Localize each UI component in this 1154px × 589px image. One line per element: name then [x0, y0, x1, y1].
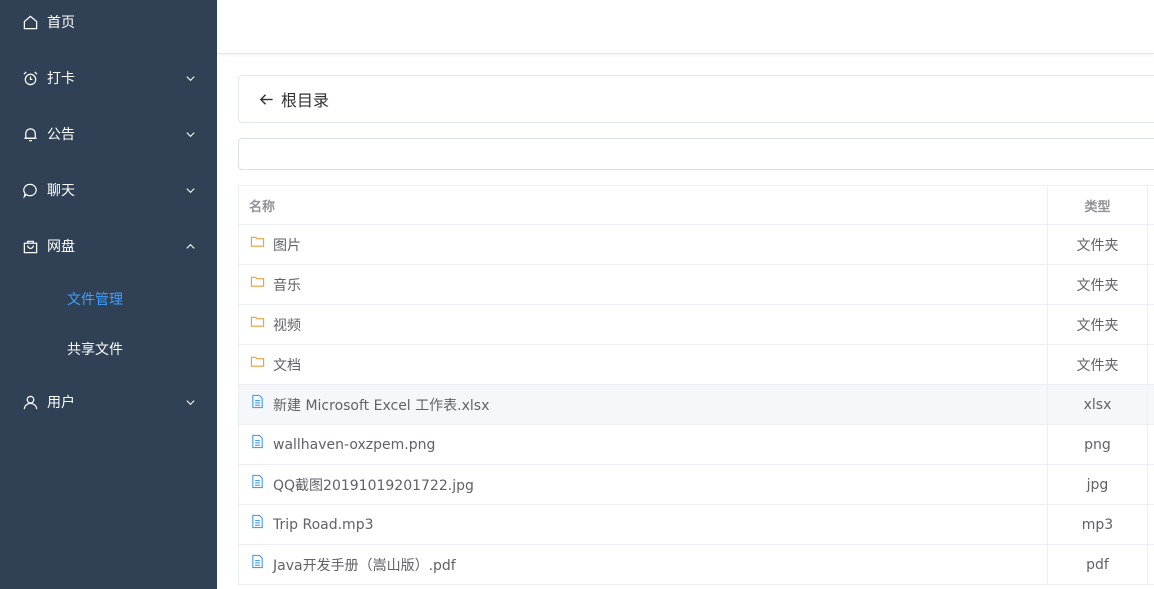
chevron-up-icon [184, 240, 196, 252]
document-icon [250, 554, 265, 569]
sidebar-subitem-shared-files[interactable]: 共享文件 [0, 324, 217, 374]
table-row[interactable]: Trip Road.mp3 mp3 [239, 505, 1154, 545]
name-cell: 新建 Microsoft Excel 工作表.xlsx [239, 385, 1048, 424]
table-row[interactable]: 新建 Microsoft Excel 工作表.xlsx xlsx [239, 385, 1154, 425]
name-cell: 视频 [239, 305, 1048, 344]
file-type: png [1048, 425, 1148, 464]
file-name[interactable]: 图片 [273, 235, 301, 255]
file-type: jpg [1048, 465, 1148, 504]
sidebar-subitem-label: 共享文件 [67, 342, 123, 358]
name-column-header[interactable]: 名称 [239, 186, 1048, 224]
sidebar-item-label: 打卡 [47, 71, 75, 87]
user-icon [21, 393, 39, 411]
sidebar-item-label: 首页 [47, 15, 75, 31]
type-header-label: 类型 [1084, 199, 1111, 215]
sidebar-item-chat[interactable]: 聊天 [0, 162, 217, 218]
sidebar-subitem-file-management[interactable]: 文件管理 [0, 274, 217, 324]
sidebar-item-checkin[interactable]: 打卡 [0, 50, 217, 106]
name-cell: 文档 [239, 345, 1048, 384]
name-cell: Java开发手册（嵩山版）.pdf [239, 545, 1048, 584]
table-row[interactable]: 文档 文件夹 [239, 345, 1154, 385]
file-name[interactable]: Trip Road.mp3 [273, 517, 374, 533]
sidebar-item-users[interactable]: 用户 [0, 374, 217, 430]
document-icon [250, 394, 265, 409]
type-column-header[interactable]: 类型 [1048, 186, 1148, 224]
document-icon [250, 474, 265, 489]
table-row[interactable]: 视频 文件夹 [239, 305, 1154, 345]
table-header-row: 名称 类型 [239, 186, 1154, 225]
sidebar-item-label: 聊天 [47, 183, 75, 199]
table-row[interactable]: Java开发手册（嵩山版）.pdf pdf [239, 545, 1154, 585]
document-icon [250, 434, 265, 449]
file-type: 文件夹 [1048, 225, 1148, 264]
name-cell: wallhaven-oxzpem.png [239, 425, 1048, 464]
sidebar-item-label: 用户 [47, 395, 75, 411]
file-type: xlsx [1048, 385, 1148, 424]
file-type: 文件夹 [1048, 305, 1148, 344]
table-row[interactable]: wallhaven-oxzpem.png png [239, 425, 1154, 465]
name-cell: 音乐 [239, 265, 1048, 304]
table-row[interactable]: QQ截图20191019201722.jpg jpg [239, 465, 1154, 505]
sidebar-item-announcement[interactable]: 公告 [0, 106, 217, 162]
folder-icon [250, 274, 265, 289]
sidebar: 首页 打卡 公告 聊天 网盘 文件管理 共享文件 用户 [0, 0, 217, 589]
table-row[interactable]: 图片 文件夹 [239, 225, 1154, 265]
breadcrumb: 根目录 [238, 75, 1154, 123]
name-cell: Trip Road.mp3 [239, 505, 1048, 544]
document-icon [250, 514, 265, 529]
name-header-label: 名称 [249, 199, 276, 215]
bell-icon [21, 125, 39, 143]
shopping-bag-icon [21, 237, 39, 255]
sidebar-item-label: 公告 [47, 127, 75, 143]
sidebar-item-netdisk[interactable]: 网盘 [0, 218, 217, 274]
file-name[interactable]: 新建 Microsoft Excel 工作表.xlsx [273, 395, 489, 415]
file-type: pdf [1048, 545, 1148, 584]
file-type: mp3 [1048, 505, 1148, 544]
file-name[interactable]: 音乐 [273, 275, 301, 295]
file-name[interactable]: wallhaven-oxzpem.png [273, 437, 435, 453]
folder-icon [250, 354, 265, 369]
folder-icon [250, 314, 265, 329]
back-arrow-icon[interactable] [257, 90, 275, 108]
chevron-down-icon [184, 396, 196, 408]
home-icon [21, 13, 39, 31]
file-type: 文件夹 [1048, 265, 1148, 304]
path-input[interactable] [238, 138, 1154, 170]
chevron-down-icon [184, 184, 196, 196]
table-row[interactable]: 音乐 文件夹 [239, 265, 1154, 305]
sidebar-item-label: 网盘 [47, 239, 75, 255]
chevron-down-icon [184, 128, 196, 140]
name-cell: 图片 [239, 225, 1048, 264]
folder-icon [250, 234, 265, 249]
file-name[interactable]: 视频 [273, 315, 301, 335]
sidebar-item-home[interactable]: 首页 [0, 0, 217, 50]
top-header-bar [217, 0, 1154, 54]
file-name[interactable]: Java开发手册（嵩山版）.pdf [273, 555, 456, 575]
alarm-clock-icon [21, 69, 39, 87]
chat-bubble-icon [21, 181, 39, 199]
breadcrumb-root-label: 根目录 [281, 91, 330, 110]
chevron-down-icon [184, 72, 196, 84]
name-cell: QQ截图20191019201722.jpg [239, 465, 1048, 504]
sidebar-subitem-label: 文件管理 [67, 292, 123, 308]
file-table: 名称 类型 图片 文件夹 音乐 文件夹 视频 文件夹 文档 文件夹 新建 Mic… [238, 185, 1154, 585]
file-type: 文件夹 [1048, 345, 1148, 384]
file-name[interactable]: 文档 [273, 355, 301, 375]
file-name[interactable]: QQ截图20191019201722.jpg [273, 475, 474, 495]
